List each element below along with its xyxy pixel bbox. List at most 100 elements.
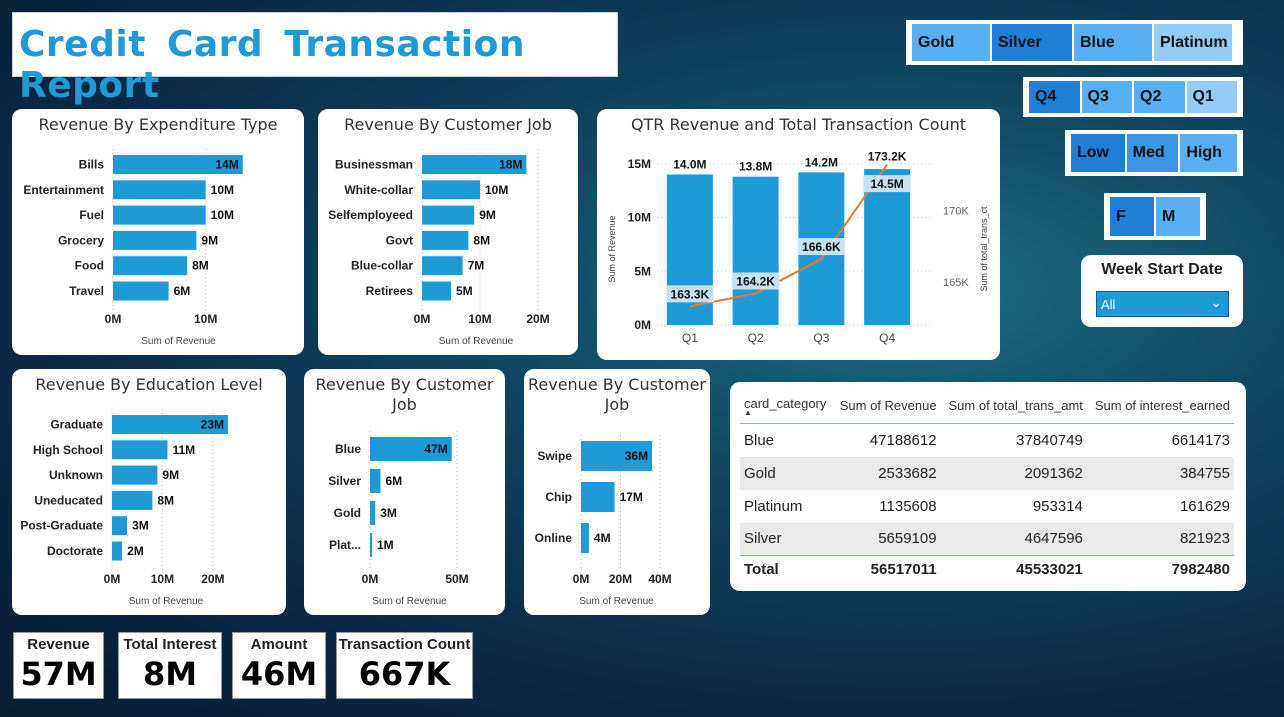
slicer-q3[interactable]: Q3	[1081, 81, 1132, 113]
table-cell: 4647596	[940, 522, 1087, 556]
table-cell: 821923	[1086, 522, 1234, 556]
data-label: 13.8M	[739, 160, 772, 174]
x-tick-label: Q1	[682, 331, 698, 345]
category-label: Grocery	[58, 233, 104, 247]
x-axis-title: Sum of Revenue	[141, 336, 216, 347]
x-tick-label: 50M	[445, 572, 468, 586]
slicer-female[interactable]: F	[1110, 197, 1154, 236]
slicer-q1[interactable]: Q1	[1186, 81, 1237, 113]
chart-title: Revenue By Expenditure Type	[38, 115, 278, 134]
table-cell: 1135608	[879, 497, 937, 515]
table-cell: 37840749	[1016, 431, 1083, 449]
slicer-gold[interactable]: Gold	[912, 24, 990, 61]
slicer-high[interactable]: High	[1180, 134, 1237, 172]
column-header[interactable]: Sum of interest_earned	[1086, 392, 1234, 424]
bar	[864, 169, 911, 325]
data-label: 14.5M	[870, 177, 903, 191]
quarter-slicer: Q4 Q3 Q2 Q1	[1023, 77, 1243, 117]
column-header[interactable]: card_category ▲	[740, 392, 833, 424]
data-label: 8M	[157, 493, 174, 507]
bar	[422, 230, 469, 250]
chart-title: Revenue By Customer Job	[524, 375, 710, 415]
chart-title: Revenue By Customer Job	[344, 115, 552, 134]
chart-title-text: Revenue By Customer Job	[527, 375, 706, 414]
week-start-slicer: Week Start Date All ⌄	[1081, 255, 1243, 327]
week-start-dropdown[interactable]: All ⌄	[1096, 291, 1229, 317]
table-row: Gold 2533682 2091362 384755	[740, 456, 1234, 490]
y-tick-label: 15M	[628, 157, 651, 171]
column-header[interactable]: Sum of total_trans_amt	[940, 392, 1087, 424]
chart-customer-job: Revenue By Customer Job 0M 10M 20M Sum of R…	[318, 109, 578, 355]
category-label: Unknown	[49, 468, 103, 482]
kpi-label: Total Interest	[123, 636, 217, 653]
week-start-value: All	[1101, 297, 1116, 312]
data-label: 3M	[132, 519, 149, 533]
category-label: Food	[75, 259, 104, 273]
table-cell: 56517011	[832, 555, 941, 584]
y-tick-label: 5M	[634, 264, 651, 278]
data-label: 163.3K	[671, 287, 710, 301]
slicer-platinum[interactable]: Platinum	[1154, 24, 1232, 61]
data-label: 5M	[456, 284, 473, 298]
slicer-silver[interactable]: Silver	[992, 24, 1072, 61]
data-label: 3M	[380, 506, 397, 520]
bar	[370, 533, 372, 557]
gender-slicer: F M	[1104, 193, 1206, 240]
bar	[113, 180, 206, 200]
chart-title: QTR Revenue and Total Transaction Count	[630, 115, 967, 134]
bar	[113, 205, 206, 225]
table-cell: 7982480	[1086, 555, 1234, 584]
y2-axis-title: Sum of total_trans_ct	[979, 206, 989, 292]
sort-asc-icon: ▲	[744, 408, 752, 417]
x-tick-label: 0M	[105, 312, 122, 326]
slicer-q2[interactable]: Q2	[1134, 81, 1185, 113]
bar	[113, 256, 188, 276]
data-label: 7M	[468, 259, 485, 273]
category-label: Retirees	[366, 284, 414, 298]
column-header[interactable]: Sum of Revenue	[832, 392, 941, 424]
kpi-transaction-count: Transaction Count 667K	[336, 632, 473, 699]
x-axis-title: Sum of Revenue	[579, 596, 654, 607]
slicer-low[interactable]: Low	[1071, 134, 1125, 172]
bar	[112, 440, 168, 460]
column-header-label: card_category	[744, 396, 827, 411]
chevron-down-icon: ⌄	[1210, 294, 1222, 310]
table-cell: Total	[740, 555, 833, 584]
slicer-male[interactable]: M	[1156, 197, 1200, 236]
bar	[732, 176, 779, 325]
chart-transaction-type: Revenue By Customer Job 0M 20M 40M Sum of R…	[524, 369, 710, 615]
data-label: 164.2K	[736, 274, 775, 288]
table-cell: Gold	[740, 456, 833, 490]
y2-tick-label: 165K	[943, 277, 969, 289]
data-label: 18M	[499, 158, 522, 172]
bar	[422, 256, 463, 276]
y-axis-title: Sum of Revenue	[607, 215, 617, 282]
category-label: Silver	[328, 474, 361, 488]
x-axis-title: Sum of Revenue	[439, 336, 514, 347]
x-tick-label: 10M	[194, 312, 217, 326]
x-tick-label: Q4	[879, 331, 895, 345]
chart-card-category: Revenue By Customer Job 0M 50M Sum of Reve…	[304, 369, 505, 615]
kpi-value: 8M	[142, 655, 198, 693]
chart-svg: 0M 5M 10M 15M 165K 170K Sum of Revenue Sum of t…	[607, 149, 989, 345]
slicer-q4[interactable]: Q4	[1029, 81, 1080, 113]
table-cell: 161629	[1179, 497, 1230, 515]
data-label: 10M	[211, 208, 234, 222]
chart-title-text: Revenue By Customer Job	[315, 375, 494, 414]
category-label: Businessman	[335, 158, 413, 172]
table-cell: 6614173	[1171, 431, 1230, 449]
slicer-med[interactable]: Med	[1126, 134, 1179, 172]
data-label: 173.2K	[868, 149, 907, 163]
bar	[112, 490, 153, 510]
bar	[422, 281, 451, 301]
x-tick-label: 0M	[362, 572, 379, 586]
data-label: 6M	[385, 474, 402, 488]
data-label: 10M	[485, 183, 508, 197]
chart-qtr-revenue: QTR Revenue and Total Transaction Count …	[597, 109, 1000, 360]
x-tick-label: 10M	[468, 312, 491, 326]
data-label: 47M	[424, 442, 447, 456]
x-tick-label: 10M	[151, 572, 174, 586]
data-label: 14M	[215, 158, 238, 172]
kpi-value: 667K	[358, 655, 451, 693]
slicer-blue[interactable]: Blue	[1074, 24, 1152, 61]
